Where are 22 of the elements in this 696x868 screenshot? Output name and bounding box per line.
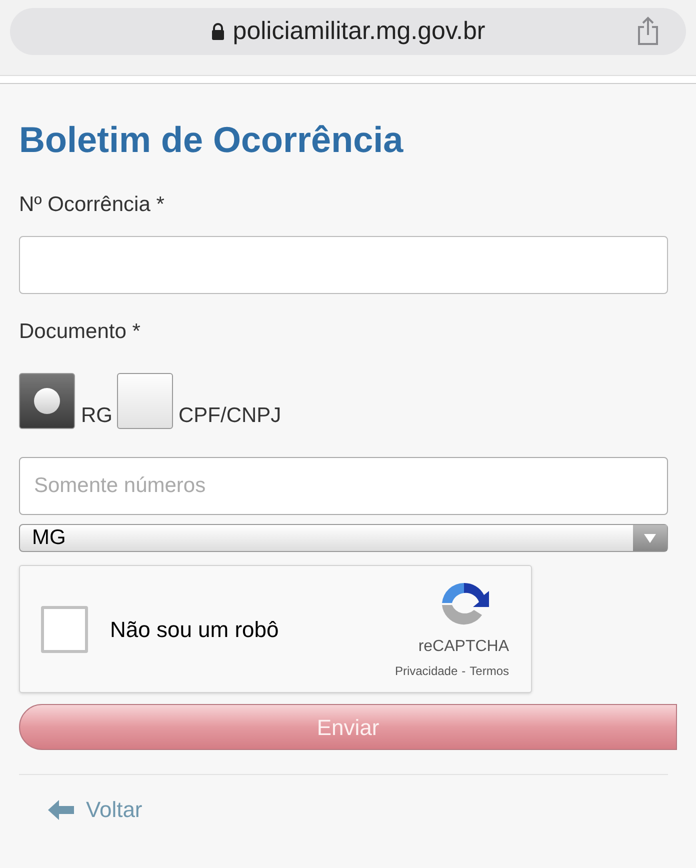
- link-separator: -: [462, 662, 466, 680]
- input-field[interactable]: Somente números: [19, 457, 668, 515]
- privacy-link[interactable]: Privacidade: [394, 662, 458, 680]
- address-bar[interactable]: policiamilitar.mg.gov.br: [10, 8, 686, 55]
- terms-link[interactable]: Termos: [470, 662, 509, 680]
- page-title: Boletim de Ocorrência: [19, 118, 404, 162]
- url-text: policiamilitar.mg.gov.br: [232, 16, 486, 47]
- recaptcha-brand: reCAPTCHA: [418, 636, 509, 656]
- radio-button[interactable]: [116, 373, 172, 429]
- radio-label[interactable]: RG: [81, 400, 112, 431]
- caret-icon: [644, 534, 656, 542]
- field-label: Nº Ocorrência *: [19, 192, 166, 218]
- lock-icon: [210, 23, 225, 40]
- input-field[interactable]: [19, 236, 668, 294]
- checkbox[interactable]: [41, 606, 88, 652]
- captcha-label: Não sou um robô: [110, 616, 279, 644]
- arrow-left-icon: [48, 800, 74, 820]
- field-label: Documento *: [19, 319, 142, 345]
- radio-label[interactable]: CPF/CNPJ: [178, 400, 282, 431]
- state-select[interactable]: MG: [19, 524, 668, 552]
- radio-button[interactable]: [19, 373, 75, 429]
- share-icon[interactable]: [636, 16, 660, 46]
